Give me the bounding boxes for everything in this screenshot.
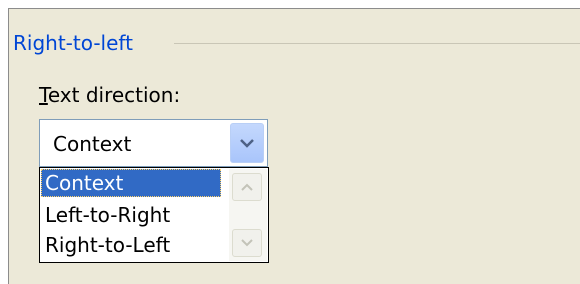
chevron-down-icon — [240, 139, 254, 148]
text-direction-dropdown-list: Context Left-to-Right Right-to-Left — [39, 167, 269, 263]
dropdown-toggle-button[interactable] — [230, 123, 264, 163]
group-title: Right-to-left — [13, 31, 133, 55]
text-direction-label-text: ext direction: — [47, 83, 181, 107]
text-direction-label-accelerator: T — [39, 83, 48, 107]
option-left-to-right[interactable]: Left-to-Right — [41, 201, 221, 229]
text-direction-combobox[interactable]: Context — [39, 119, 268, 167]
option-context[interactable]: Context — [41, 169, 221, 197]
chevron-up-icon — [241, 183, 253, 191]
text-direction-selected-value: Context — [53, 132, 132, 156]
scroll-up-button[interactable] — [232, 173, 262, 201]
group-divider — [174, 43, 580, 44]
scroll-down-button[interactable] — [232, 229, 262, 257]
chevron-down-icon — [241, 239, 253, 247]
text-direction-label: Text direction: — [39, 83, 180, 107]
dropdown-scrollbar[interactable] — [229, 169, 267, 261]
settings-panel: Right-to-left Text direction: Context Co… — [8, 8, 580, 284]
option-right-to-left[interactable]: Right-to-Left — [41, 231, 221, 259]
